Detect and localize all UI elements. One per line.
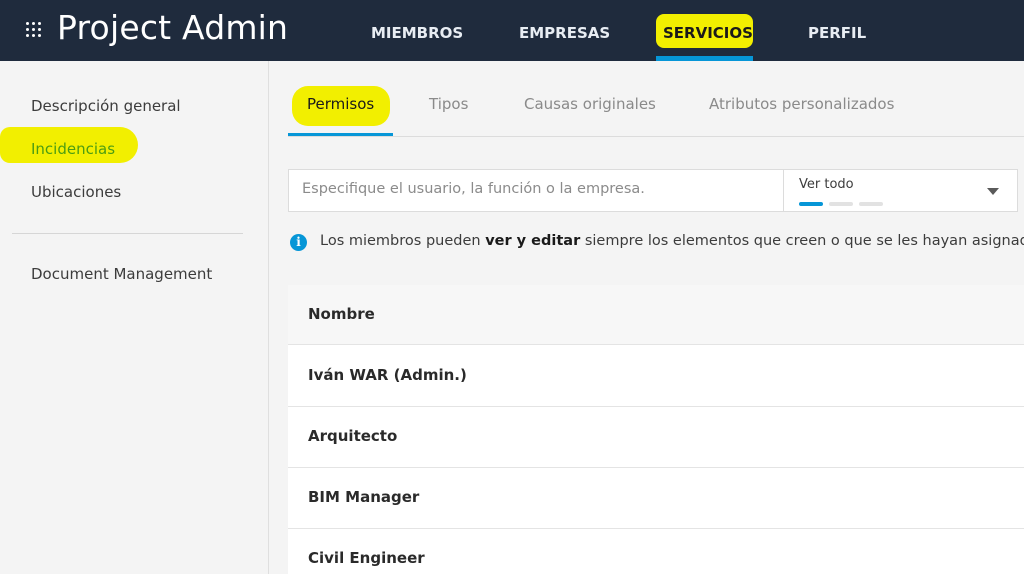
main-content: Permisos Tipos Causas originales Atribut… [270,61,1024,574]
table-row[interactable]: Arquitecto [288,407,1024,468]
tabs-divider [288,136,1024,137]
nav-perfil[interactable]: PERFIL [808,24,866,42]
nav-miembros[interactable]: MIEMBROS [371,24,463,42]
tab-active-indicator [288,133,393,136]
nav-servicios[interactable]: SERVICIOS [663,24,753,42]
apps-grid-icon[interactable] [26,22,44,40]
top-bar: Project Admin MIEMBROS EMPRESAS SERVICIO… [0,0,1024,61]
permissions-table: Nombre Iván WAR (Admin.) Arquitecto BIM … [288,285,1024,574]
filter-indicator [859,202,883,206]
row-name: BIM Manager [308,488,420,506]
info-message: Los miembros pueden ver y editar siempre… [320,233,1024,249]
filter-indicator [799,202,823,206]
sidebar-item-ubicaciones[interactable]: Ubicaciones [31,183,121,201]
row-name: Arquitecto [308,427,398,445]
filter-dropdown[interactable]: Ver todo [783,169,1018,212]
column-header-nombre[interactable]: Nombre [308,305,375,323]
filter-selected: Ver todo [799,177,854,192]
row-name: Iván WAR (Admin.) [308,366,467,384]
sidebar-item-incidencias[interactable]: Incidencias [31,140,115,158]
search-input[interactable]: Especifique el usuario, la función o la … [288,169,783,212]
chevron-down-icon[interactable] [987,188,999,195]
search-placeholder: Especifique el usuario, la función o la … [302,181,645,197]
table-row[interactable]: Civil Engineer [288,529,1024,574]
filter-indicator [829,202,853,206]
nav-empresas[interactable]: EMPRESAS [519,24,610,42]
tab-causas-originales[interactable]: Causas originales [524,95,656,113]
table-row[interactable]: BIM Manager [288,468,1024,529]
table-row[interactable]: Iván WAR (Admin.) [288,346,1024,407]
row-name: Civil Engineer [308,549,425,567]
tab-tipos[interactable]: Tipos [429,95,468,113]
sidebar-item-document-management[interactable]: Document Management [31,265,212,283]
tab-permisos[interactable]: Permisos [307,95,374,113]
sidebar-divider [12,233,243,234]
app-title: Project Admin [57,8,289,47]
sidebar-item-descripcion[interactable]: Descripción general [31,97,181,115]
info-icon: i [290,234,307,251]
table-header: Nombre [288,285,1024,345]
sidebar: Descripción general Incidencias Ubicacio… [0,61,269,574]
tab-atributos-personalizados[interactable]: Atributos personalizados [709,95,894,113]
